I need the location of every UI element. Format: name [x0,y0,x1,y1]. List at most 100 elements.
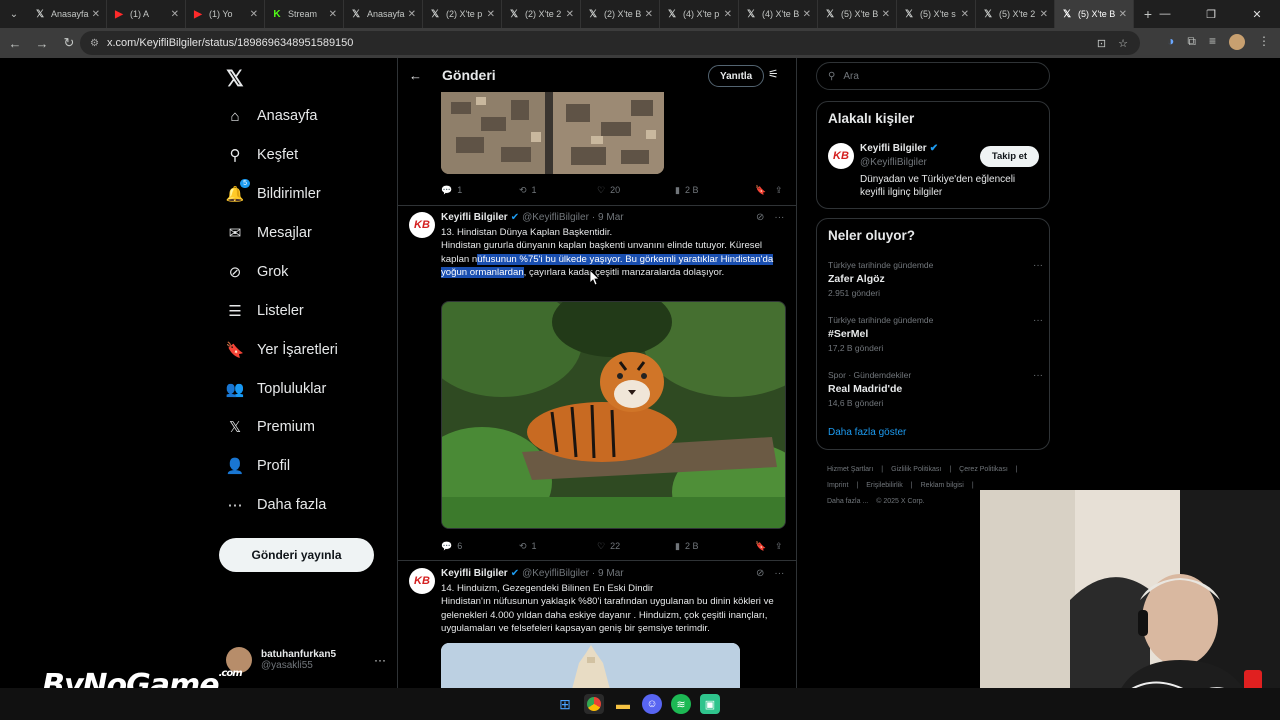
more-icon[interactable]: ··· [774,212,784,223]
close-icon[interactable]: ✕ [1040,9,1048,20]
related-person-name[interactable]: Keyifli Bilgiler ✔ [860,143,941,154]
sidebar-item-keşfet[interactable]: ⚲ Keşfet [226,140,299,170]
close-icon[interactable]: ✕ [645,9,653,20]
tiger-image[interactable] [441,301,786,529]
footer-link[interactable]: Çerez Politikası [959,466,1008,473]
footer-link[interactable]: Imprint [827,482,848,489]
media-icon[interactable]: ≡ [1209,34,1216,50]
trend-item[interactable]: Türkiye tarihinde gündemde Zafer Algöz 2.9… [828,260,1043,298]
close-icon[interactable]: ✕ [329,9,337,20]
avatar[interactable]: KB [828,143,854,169]
browser-tab[interactable]: 𝕏 (2) X'te p ✕ [423,0,502,28]
folder-icon[interactable]: ▬ [613,694,633,714]
forward-button[interactable]: → [30,36,54,51]
sidebar-item-listeler[interactable]: ☰ Listeler [226,296,303,326]
reply-action[interactable]: 💬 6 [441,541,519,552]
footer-link[interactable]: Daha fazla ... [827,498,868,505]
chrome-icon[interactable] [584,694,604,714]
share-action[interactable]: ⇪ [775,185,783,196]
trend-item[interactable]: Türkiye tarihinde gündemde #SerMel 17,2 B … [828,315,1043,353]
sidebar-item-anasayfa[interactable]: ⌂ Anasayfa [226,101,317,131]
sidebar-item-grok[interactable]: ⊘ Grok [226,257,289,287]
browser-tab[interactable]: 𝕏 (2) X'te B ✕ [581,0,660,28]
footer-link[interactable]: Gizlilik Politikası [891,466,941,473]
close-icon[interactable]: ✕ [1119,9,1127,20]
puzzle-icon[interactable]: ⧉ [1187,34,1196,50]
browser-tab[interactable]: 𝕏 (4) X'te p ✕ [660,0,739,28]
sidebar-item-bildirimler[interactable]: 🔔 5 Bildirimler [226,179,321,209]
app-icon[interactable]: ▣ [700,694,720,714]
footer-link[interactable]: Hizmet Şartları [827,466,873,473]
like-action[interactable]: ♡ 22 [597,541,675,552]
spotify-icon[interactable]: ≋ [671,694,691,714]
search-input[interactable]: ⚲ Ara [816,62,1050,90]
browser-tab[interactable]: 𝕏 Anasayfa ✕ [28,0,107,28]
menu-dots-icon[interactable]: ⋮ [1258,34,1270,50]
close-icon[interactable]: ✕ [92,9,100,20]
author-handle[interactable]: @KeyifliBilgiler [522,212,589,223]
author-name[interactable]: Keyifli Bilgiler [441,568,508,579]
footer-link[interactable]: © 2025 X Corp. [876,498,924,505]
browser-tab[interactable]: 𝕏 (5) X'te B ✕ [1055,0,1134,28]
browser-tab[interactable]: K Stream ✕ [265,0,344,28]
discord-icon[interactable]: ☺ [642,694,662,714]
more-icon[interactable]: ··· [1033,370,1043,381]
browser-tab[interactable]: ▶ (1) Yo ✕ [186,0,265,28]
related-person-handle[interactable]: @KeyifliBilgiler [860,157,927,168]
reply-action[interactable]: 💬 1 [441,185,519,196]
bookmark-action[interactable]: 🔖 [755,185,775,196]
avatar[interactable]: KB [409,568,435,594]
sidebar-item-mesajlar[interactable]: ✉ Mesajlar [226,218,312,248]
post-button[interactable]: Gönderi yayınla [219,538,374,572]
tweet-date[interactable]: · 9 Mar [592,212,624,223]
temple-image[interactable] [441,643,740,688]
account-switcher[interactable]: batuhanfurkan5 @yasakli55 ··· [226,643,386,677]
sidebar-item-premium[interactable]: 𝕏 Premium [226,412,315,442]
sidebar-item-profil[interactable]: 👤 Profil [226,451,290,481]
minimize-button[interactable]: — [1142,8,1188,20]
close-icon[interactable]: ✕ [408,9,416,20]
like-action[interactable]: ♡ 20 [597,185,675,196]
grok-icon[interactable]: ⊘ [756,568,764,579]
views-action[interactable]: ▮ 2 B [675,185,755,196]
tweet-date[interactable]: · 9 Mar [592,568,624,579]
browser-tab[interactable]: 𝕏 (2) X'te 2 ✕ [502,0,581,28]
close-icon[interactable]: ✕ [882,9,890,20]
maximize-button[interactable]: ❐ [1188,8,1234,21]
back-button[interactable]: ← [3,36,27,51]
footer-link[interactable]: Reklam bilgisi [921,482,964,489]
follow-button[interactable]: Takip et [980,146,1039,167]
bookmark-star-icon[interactable]: ☆ [1118,37,1128,50]
browser-tab[interactable]: 𝕏 (5) X'te 2 ✕ [976,0,1055,28]
repost-action[interactable]: ⟲ 1 [519,185,597,196]
profile-avatar-icon[interactable] [1229,34,1245,50]
sidebar-item-topluluklar[interactable]: 👥 Topluluklar [226,374,327,404]
city-image[interactable] [441,92,664,174]
avatar[interactable]: KB [409,212,435,238]
bookmark-action[interactable]: 🔖 [755,541,775,552]
more-icon[interactable]: ··· [774,568,784,579]
install-app-icon[interactable]: ⊡ [1097,37,1106,50]
close-icon[interactable]: ✕ [250,9,258,20]
settings-sliders-icon[interactable]: ⚟ [768,67,779,81]
tab-search-button[interactable]: ⌄ [0,0,28,28]
reply-button[interactable]: Yanıtla [708,65,765,87]
views-action[interactable]: ▮ 2 B [675,541,755,552]
show-more-link[interactable]: Daha fazla göster [828,427,906,438]
share-action[interactable]: ⇪ [775,541,783,552]
close-icon[interactable]: ✕ [803,9,811,20]
close-icon[interactable]: ✕ [171,9,179,20]
url-field[interactable]: ⚙ x.com/KeyifliBilgiler/status/189869634… [80,31,1140,55]
sidebar-item-yer-i̇şaretleri[interactable]: 🔖 Yer İşaretleri [226,335,338,365]
more-icon[interactable]: ··· [1033,315,1043,326]
close-icon[interactable]: ✕ [487,9,495,20]
more-icon[interactable]: ··· [374,653,386,667]
browser-tab[interactable]: 𝕏 (5) X'te s ✕ [897,0,976,28]
footer-link[interactable]: Erişilebilirlik [866,482,903,489]
browser-tab[interactable]: 𝕏 Anasayfa ✕ [344,0,423,28]
close-window-button[interactable]: ✕ [1234,8,1280,21]
browser-tab[interactable]: 𝕏 (4) X'te B ✕ [739,0,818,28]
grok-icon[interactable]: ⊘ [756,212,764,223]
reload-button[interactable]: ↻ [57,35,81,51]
more-icon[interactable]: ··· [1033,260,1043,271]
